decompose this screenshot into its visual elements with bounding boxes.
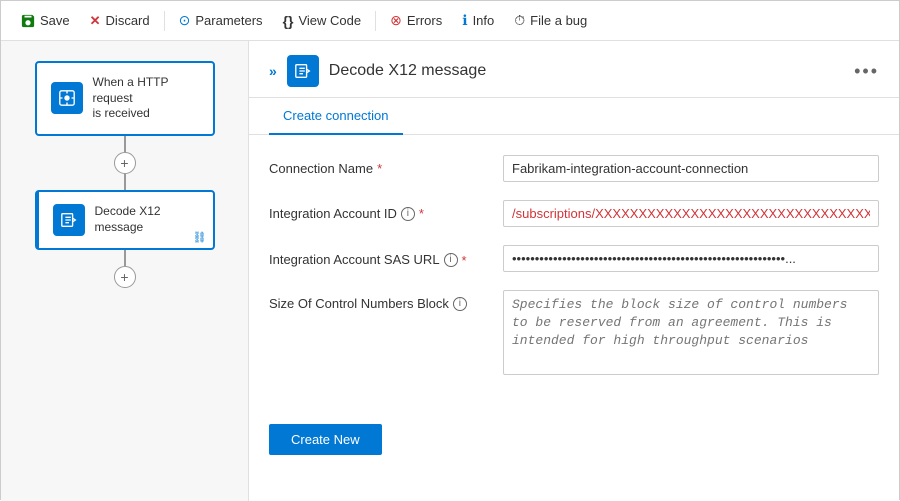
integration-account-id-required: * xyxy=(419,206,424,221)
expand-icon[interactable]: » xyxy=(269,63,277,79)
panel-step-icon xyxy=(294,62,312,80)
connector-line-3 xyxy=(124,250,126,266)
toolbar-divider-2 xyxy=(375,11,376,31)
http-trigger-icon-wrap xyxy=(51,82,83,114)
file-bug-button[interactable]: ⏱ File a bug xyxy=(506,8,595,33)
decode-x12-link-icon: ⛓ xyxy=(193,231,207,244)
connector-line-2 xyxy=(124,174,126,190)
sas-url-input[interactable] xyxy=(503,245,879,272)
panel-title: Decode X12 message xyxy=(329,62,844,80)
bottom-row: Create New xyxy=(249,416,899,475)
sas-url-info-icon[interactable]: i xyxy=(444,253,458,267)
discard-button[interactable]: ✕ Discard xyxy=(82,9,158,33)
discard-icon: ✕ xyxy=(90,13,101,29)
errors-label: Errors xyxy=(407,13,442,28)
add-step-button-1[interactable]: + xyxy=(114,152,136,174)
errors-button[interactable]: ⊗ Errors xyxy=(382,8,450,33)
view-code-icon: {} xyxy=(283,13,294,29)
create-new-button[interactable]: Create New xyxy=(269,424,382,455)
http-trigger-icon xyxy=(58,89,76,107)
integration-account-id-control xyxy=(503,200,879,227)
decode-x12-icon-wrap xyxy=(53,204,85,236)
connection-name-label: Connection Name * xyxy=(269,155,489,176)
form-row-sas-url: Integration Account SAS URL i * xyxy=(269,245,879,272)
parameters-button[interactable]: ⊙ Parameters xyxy=(171,8,271,33)
decode-x12-node[interactable]: Decode X12 message ⛓ xyxy=(35,190,215,250)
connector-2: + xyxy=(114,250,136,288)
info-icon: ℹ xyxy=(462,12,467,29)
save-button[interactable]: Save xyxy=(13,9,78,32)
file-bug-label: File a bug xyxy=(530,13,587,28)
right-panel: » Decode X12 message ••• Create connecti… xyxy=(249,41,899,501)
sas-url-label: Integration Account SAS URL i * xyxy=(269,245,489,268)
panel-step-icon-wrap xyxy=(287,55,319,87)
http-trigger-node[interactable]: When a HTTP requestis received xyxy=(35,61,215,136)
toolbar-divider-1 xyxy=(164,11,165,31)
panel-header: » Decode X12 message ••• xyxy=(249,41,899,98)
form-row-connection-name: Connection Name * xyxy=(269,155,879,182)
info-label: Info xyxy=(473,13,495,28)
form-row-control-numbers-block: Size Of Control Numbers Block i xyxy=(269,290,879,378)
connection-name-input[interactable] xyxy=(503,155,879,182)
tab-create-connection[interactable]: Create connection xyxy=(269,98,403,135)
file-bug-icon: ⏱ xyxy=(514,12,525,29)
view-code-button[interactable]: {} View Code xyxy=(275,9,370,33)
sas-url-required: * xyxy=(462,253,467,268)
more-options-button[interactable]: ••• xyxy=(854,61,879,82)
http-trigger-label: When a HTTP requestis received xyxy=(93,75,199,122)
toolbar: Save ✕ Discard ⊙ Parameters {} View Code… xyxy=(1,1,899,41)
control-numbers-block-input[interactable] xyxy=(503,290,879,375)
parameters-label: Parameters xyxy=(195,13,262,28)
form-row-integration-account-id: Integration Account ID i * xyxy=(269,200,879,227)
discard-label: Discard xyxy=(106,13,150,28)
info-button[interactable]: ℹ Info xyxy=(454,8,502,33)
add-step-button-2[interactable]: + xyxy=(114,266,136,288)
decode-x12-icon xyxy=(60,211,78,229)
main-area: When a HTTP requestis received + Decode … xyxy=(1,41,899,501)
integration-account-id-info-icon[interactable]: i xyxy=(401,207,415,221)
connector-line-1 xyxy=(124,136,126,152)
connection-name-control xyxy=(503,155,879,182)
workflow-canvas: When a HTTP requestis received + Decode … xyxy=(1,41,249,501)
panel-tabs: Create connection xyxy=(249,98,899,135)
control-numbers-block-info-icon[interactable]: i xyxy=(453,297,467,311)
integration-account-id-input[interactable] xyxy=(503,200,879,227)
integration-account-id-label: Integration Account ID i * xyxy=(269,200,489,221)
errors-icon: ⊗ xyxy=(390,12,402,29)
decode-x12-label: Decode X12 message xyxy=(95,204,199,235)
panel-body: Connection Name * Integration Account ID… xyxy=(249,135,899,416)
save-icon xyxy=(21,14,35,28)
control-numbers-block-label: Size Of Control Numbers Block i xyxy=(269,290,489,311)
save-label: Save xyxy=(40,13,70,28)
parameters-icon: ⊙ xyxy=(179,12,191,29)
connection-name-required: * xyxy=(377,161,382,176)
control-numbers-block-control xyxy=(503,290,879,378)
connector-1: + xyxy=(114,136,136,190)
sas-url-control xyxy=(503,245,879,272)
view-code-label: View Code xyxy=(298,13,361,28)
